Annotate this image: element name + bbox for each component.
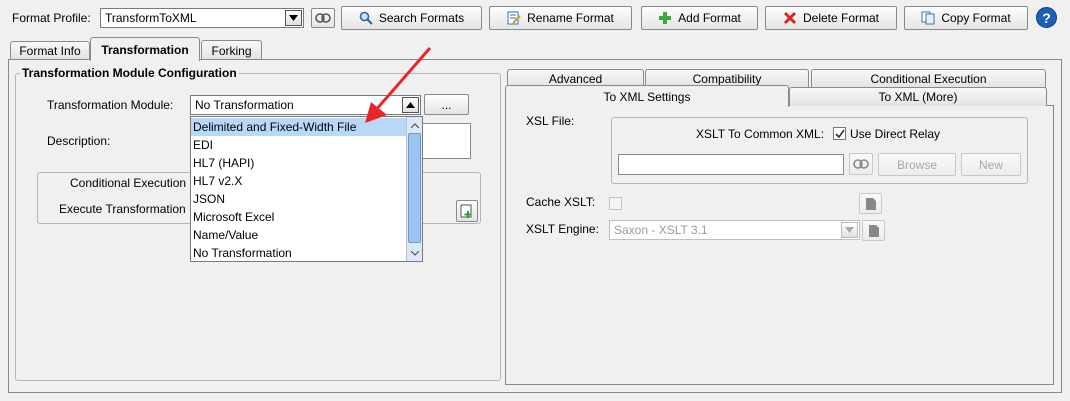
rename-format-button[interactable]: Rename Format	[489, 6, 632, 30]
execute-transformation-label: Execute Transformation	[59, 202, 186, 216]
rename-icon	[507, 11, 521, 25]
plus-icon	[659, 12, 672, 24]
link-profile-button[interactable]	[311, 8, 335, 28]
format-profile-select[interactable]: TransformToXML	[100, 8, 304, 28]
add-condition-button[interactable]	[456, 200, 478, 222]
xslt-common-label: XSLT To Common XML:	[696, 127, 825, 141]
add-format-button[interactable]: Add Format	[641, 6, 758, 30]
use-direct-relay-checkbox[interactable]	[833, 127, 846, 140]
tab-format-info[interactable]: Format Info	[10, 41, 90, 60]
xslt-engine-select[interactable]: Saxon - XSLT 3.1	[609, 220, 860, 240]
transformation-module-value: No Transformation	[195, 98, 294, 112]
dropdown-option[interactable]: HL7 (HAPI)	[191, 154, 406, 172]
search-formats-label: Search Formats	[378, 11, 465, 25]
search-formats-button[interactable]: Search Formats	[341, 6, 482, 30]
xsl-file-label: XSL File:	[526, 114, 575, 128]
xsl-file-input[interactable]	[618, 154, 844, 175]
conditional-execution-label: Conditional Execution	[70, 176, 187, 190]
tab-forking[interactable]: Forking	[201, 40, 262, 60]
scroll-down-icon[interactable]	[408, 246, 421, 260]
tab-conditional-execution[interactable]: Conditional Execution	[811, 69, 1046, 88]
dropdown-scrollbar[interactable]	[406, 117, 422, 261]
use-direct-relay-label: Use Direct Relay	[850, 127, 941, 141]
delete-format-label: Delete Format	[802, 11, 880, 25]
xslt-engine-value: Saxon - XSLT 3.1	[614, 223, 708, 237]
browse-button[interactable]: Browse	[878, 153, 956, 176]
add-document-icon	[460, 204, 472, 218]
delete-x-icon	[783, 11, 797, 25]
link-icon	[853, 159, 869, 169]
chevron-down-icon[interactable]	[285, 10, 302, 26]
description-label: Description:	[47, 134, 111, 148]
delete-format-button[interactable]: Delete Format	[765, 6, 897, 30]
checkmark-icon	[834, 129, 845, 138]
cache-xslt-checkbox[interactable]	[609, 197, 622, 210]
add-format-label: Add Format	[678, 11, 741, 25]
chevron-down-icon[interactable]	[841, 222, 858, 238]
document-icon	[865, 197, 876, 210]
dropdown-option[interactable]: Name/Value	[191, 226, 406, 244]
red-arrow-annotation	[365, 47, 432, 123]
search-icon	[359, 11, 373, 25]
copy-icon	[921, 11, 935, 25]
cache-doc-button[interactable]	[859, 193, 882, 214]
rename-format-label: Rename Format	[527, 11, 614, 25]
transformation-module-label: Transformation Module:	[47, 98, 174, 112]
copy-format-button[interactable]: Copy Format	[904, 6, 1028, 30]
module-dropdown-list[interactable]: Delimited and Fixed-Width File EDI HL7 (HA…	[190, 116, 423, 262]
scroll-thumb[interactable]	[408, 133, 421, 243]
dropdown-option[interactable]: HL7 v2.X	[191, 172, 406, 190]
dropdown-option[interactable]: No Transformation	[191, 244, 406, 262]
description-field[interactable]	[420, 123, 471, 159]
group-title: Transformation Module Configuration	[20, 66, 239, 80]
format-profile-label: Format Profile:	[12, 11, 91, 25]
dropdown-option[interactable]: EDI	[191, 136, 406, 154]
tab-to-xml-more[interactable]: To XML (More)	[789, 87, 1047, 106]
new-button[interactable]: New	[961, 153, 1021, 176]
cache-xslt-label: Cache XSLT:	[526, 195, 596, 209]
document-icon	[868, 224, 879, 237]
format-profile-value: TransformToXML	[105, 11, 197, 25]
xslt-engine-label: XSLT Engine:	[526, 222, 599, 236]
dropdown-option[interactable]: Microsoft Excel	[191, 208, 406, 226]
help-icon[interactable]: ?	[1036, 7, 1057, 28]
tab-to-xml-settings[interactable]: To XML Settings	[505, 85, 789, 107]
engine-doc-button[interactable]	[862, 220, 885, 241]
copy-format-label: Copy Format	[941, 11, 1011, 25]
link-icon	[315, 13, 331, 23]
xsl-link-button[interactable]	[849, 153, 873, 175]
tab-transformation[interactable]: Transformation	[90, 37, 200, 61]
dropdown-option[interactable]: JSON	[191, 190, 406, 208]
